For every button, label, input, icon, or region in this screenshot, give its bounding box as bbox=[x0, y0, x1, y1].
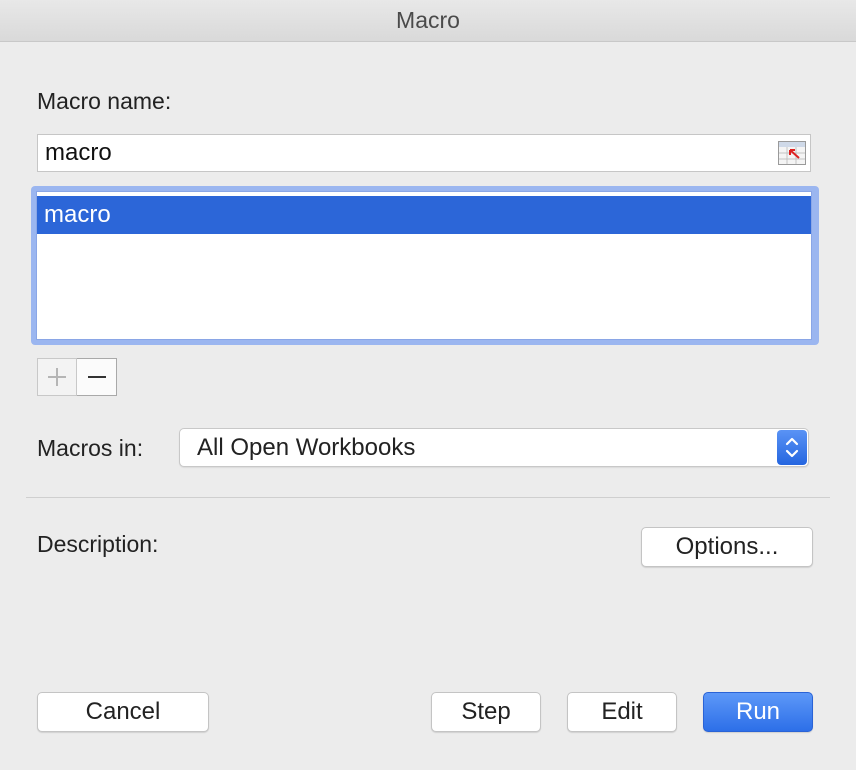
up-down-chevron-icon[interactable] bbox=[777, 430, 807, 465]
macro-list-focus-ring: macro bbox=[31, 186, 819, 345]
macro-name-field[interactable] bbox=[37, 134, 811, 172]
edit-button[interactable]: Edit bbox=[567, 692, 677, 732]
cancel-button[interactable]: Cancel bbox=[37, 692, 209, 732]
macros-in-value: All Open Workbooks bbox=[197, 434, 416, 461]
options-button[interactable]: Options... bbox=[641, 527, 813, 567]
minus-icon bbox=[77, 359, 116, 395]
macros-in-select[interactable]: All Open Workbooks bbox=[179, 428, 809, 467]
remove-macro-button[interactable] bbox=[77, 358, 117, 396]
macro-name-input[interactable] bbox=[38, 135, 768, 171]
macro-name-label: Macro name: bbox=[37, 88, 172, 114]
macro-list[interactable]: macro bbox=[36, 191, 812, 340]
cell-range-select-icon[interactable] bbox=[778, 141, 806, 165]
run-button[interactable]: Run bbox=[703, 692, 813, 732]
plus-icon bbox=[38, 359, 76, 395]
list-item[interactable]: macro bbox=[37, 196, 811, 234]
macro-dialog: Macro Macro name: macro macro Macros in:… bbox=[0, 0, 856, 770]
add-macro-button[interactable] bbox=[37, 358, 77, 396]
divider bbox=[26, 497, 830, 498]
step-button[interactable]: Step bbox=[431, 692, 541, 732]
window-title: Macro bbox=[0, 0, 856, 42]
description-label: Description: bbox=[37, 531, 159, 557]
macros-in-label: Macros in: bbox=[37, 435, 144, 461]
